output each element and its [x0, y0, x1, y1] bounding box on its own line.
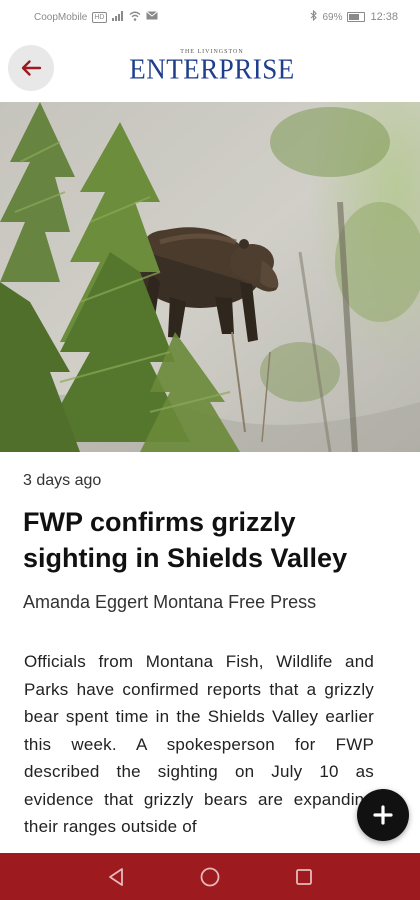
status-left: CoopMobile HD — [34, 10, 158, 24]
bluetooth-icon — [310, 9, 318, 24]
plus-icon — [373, 805, 393, 825]
article-body: Officials from Montana Fish, Wildlife an… — [24, 652, 374, 836]
article-headline: FWP confirms grizzly sighting in Shields… — [23, 507, 348, 573]
arrow-left-icon — [21, 60, 42, 76]
carrier-name: CoopMobile — [34, 11, 88, 23]
status-bar: CoopMobile HD 69% 12:38 — [0, 0, 420, 34]
grizzly-bear-photo — [0, 102, 420, 452]
back-triangle-icon — [109, 867, 123, 886]
home-circle-icon — [200, 867, 220, 886]
status-right: 69% 12:38 — [310, 9, 398, 24]
back-button[interactable] — [8, 45, 54, 91]
battery-icon — [347, 12, 366, 22]
publication-logo-name: ENTERPRISE — [129, 53, 295, 85]
article-timestamp: 3 days ago — [23, 472, 102, 489]
carrier-badge: HD — [92, 11, 107, 23]
article-hero-image — [0, 102, 420, 452]
nav-back-button[interactable] — [104, 865, 128, 889]
publication-logo: THE LIVINGSTON ENTERPRISE — [120, 48, 304, 88]
system-nav-bar — [0, 853, 420, 900]
nav-home-button[interactable] — [198, 865, 222, 889]
add-fab-button[interactable] — [357, 789, 409, 841]
battery-percent: 69% — [322, 11, 343, 23]
mail-icon — [145, 11, 158, 23]
article-byline: Amanda Eggert Montana Free Press — [23, 592, 317, 612]
nav-recents-button[interactable] — [292, 865, 316, 889]
app-header: THE LIVINGSTON ENTERPRISE — [0, 34, 420, 102]
clock-time: 12:38 — [370, 11, 398, 23]
wifi-icon — [129, 11, 141, 24]
recents-square-icon — [296, 868, 312, 885]
battery-fill — [349, 14, 360, 20]
signal-icon — [111, 10, 124, 24]
